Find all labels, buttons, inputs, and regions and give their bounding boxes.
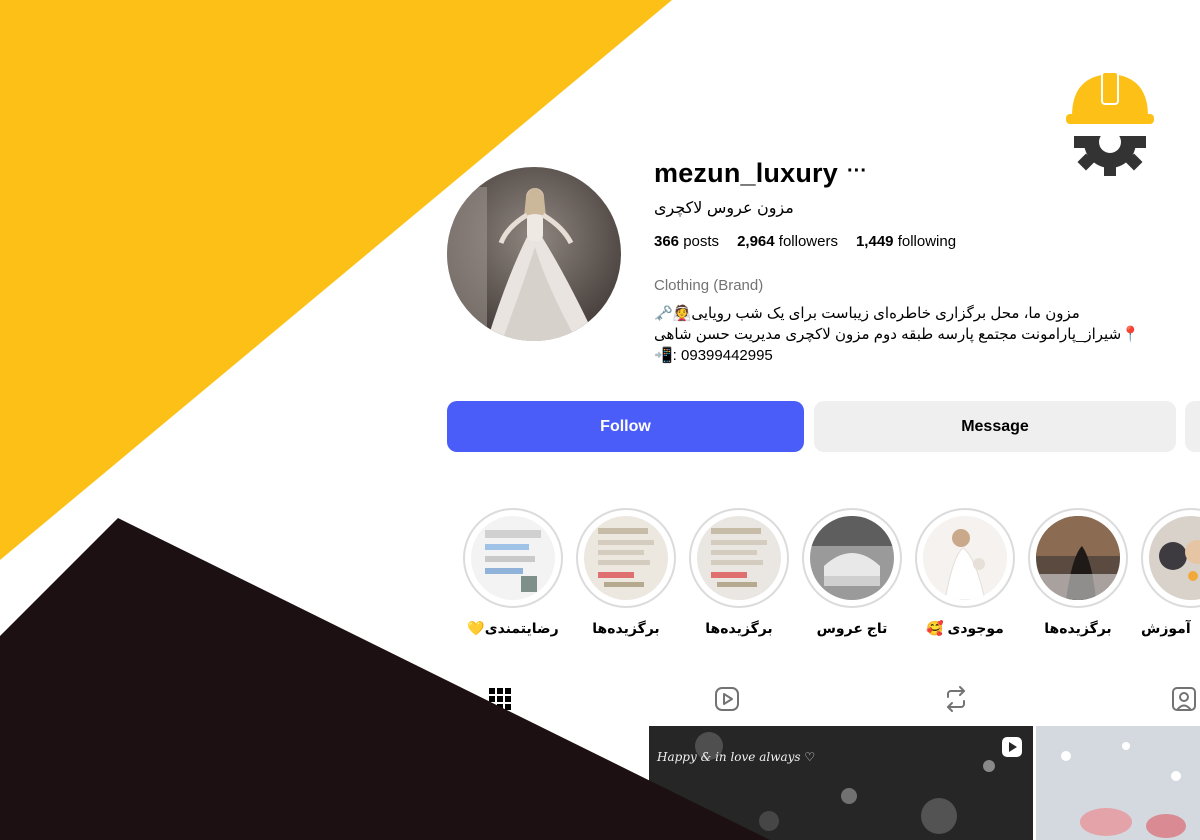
story-highlight[interactable]: موجودی 🥰 bbox=[915, 508, 1015, 637]
highlight-label: رضایتمندی💛 bbox=[467, 620, 559, 636]
following-stat[interactable]: 1,449 following bbox=[856, 233, 956, 250]
tab-reposts[interactable] bbox=[942, 685, 970, 713]
post-thumbnail[interactable] bbox=[1036, 726, 1200, 840]
helmet-gear-logo-icon bbox=[1060, 71, 1160, 176]
highlight-label: برگزیده‌ها bbox=[1044, 620, 1112, 636]
story-highlight[interactable]: برگزیده‌ها bbox=[689, 508, 789, 637]
more-options-icon[interactable]: ··· bbox=[847, 160, 867, 183]
post-image bbox=[649, 726, 1033, 840]
profile-category: Clothing (Brand) bbox=[654, 277, 764, 294]
highlight-label: برگزیده‌ها bbox=[592, 620, 660, 636]
highlight-cover bbox=[689, 508, 789, 608]
posts-count: 366 bbox=[654, 233, 680, 250]
bio-line: مزون ما، محل برگزاری خاطره‌ای زیباست برا… bbox=[654, 305, 1080, 322]
tab-posts[interactable] bbox=[486, 685, 514, 713]
follow-button[interactable]: Follow bbox=[447, 401, 804, 452]
highlight-cover bbox=[802, 508, 902, 608]
posts-label: posts bbox=[683, 233, 720, 250]
post-caption: Happy & in love always ♡ bbox=[657, 750, 816, 764]
tagged-icon bbox=[1172, 687, 1196, 711]
highlight-cover bbox=[1028, 508, 1128, 608]
profile-username: mezun_luxury bbox=[654, 158, 838, 188]
highlight-cover bbox=[915, 508, 1015, 608]
post-image bbox=[1036, 726, 1200, 840]
post-thumbnail[interactable]: Happy & in love always ♡ bbox=[649, 726, 1033, 840]
highlight-cover bbox=[576, 508, 676, 608]
followers-label: followers bbox=[778, 233, 838, 250]
highlight-cover bbox=[463, 508, 563, 608]
profile-stats: 366 posts 2,964 followers 1,449 followin… bbox=[654, 233, 956, 250]
repost-icon bbox=[947, 686, 965, 712]
highlight-label: برگزیده‌ها bbox=[705, 620, 773, 636]
story-highlight[interactable]: برگزیده‌ها bbox=[576, 508, 676, 637]
tab-tagged[interactable] bbox=[1170, 685, 1198, 713]
message-button[interactable]: Message bbox=[814, 401, 1176, 452]
following-count: 1,449 bbox=[855, 233, 894, 250]
following-label: following bbox=[897, 233, 957, 250]
story-highlight[interactable]: برگزیده‌ها bbox=[1028, 508, 1128, 637]
highlight-cover bbox=[1141, 508, 1200, 608]
story-highlight[interactable]: آموزش bbox=[1141, 508, 1200, 637]
profile-avatar[interactable] bbox=[447, 167, 621, 341]
bio-line: 📍شیراز_پارامونت مجتمع پارسه طبقه دوم مزو… bbox=[654, 326, 1140, 343]
highlight-label: موجودی 🥰 bbox=[926, 620, 1004, 636]
highlight-label: تاج عروس bbox=[816, 620, 888, 636]
tab-reels[interactable] bbox=[713, 685, 741, 713]
reel-badge-icon bbox=[1002, 737, 1022, 757]
bio-line: 📲: 09399442995 bbox=[654, 347, 773, 364]
grid-icon bbox=[489, 688, 511, 710]
story-highlight[interactable]: رضایتمندی💛 bbox=[463, 508, 563, 637]
story-highlight[interactable]: تاج عروس bbox=[802, 508, 902, 637]
suggested-accounts-button[interactable] bbox=[1185, 401, 1200, 452]
highlight-label: آموزش bbox=[1141, 620, 1191, 636]
profile-page: mezun_luxury ··· مزون عروس لاکچری 366 po… bbox=[0, 0, 1200, 840]
reels-icon bbox=[715, 687, 739, 711]
profile-full-name: مزون عروس لاکچری bbox=[654, 200, 794, 217]
followers-count: 2,964 bbox=[737, 233, 775, 250]
followers-stat[interactable]: 2,964 followers bbox=[737, 233, 838, 250]
posts-stat: 366 posts bbox=[654, 233, 719, 250]
profile-bio: مزون ما، محل برگزاری خاطره‌ای زیباست برا… bbox=[654, 303, 1174, 366]
